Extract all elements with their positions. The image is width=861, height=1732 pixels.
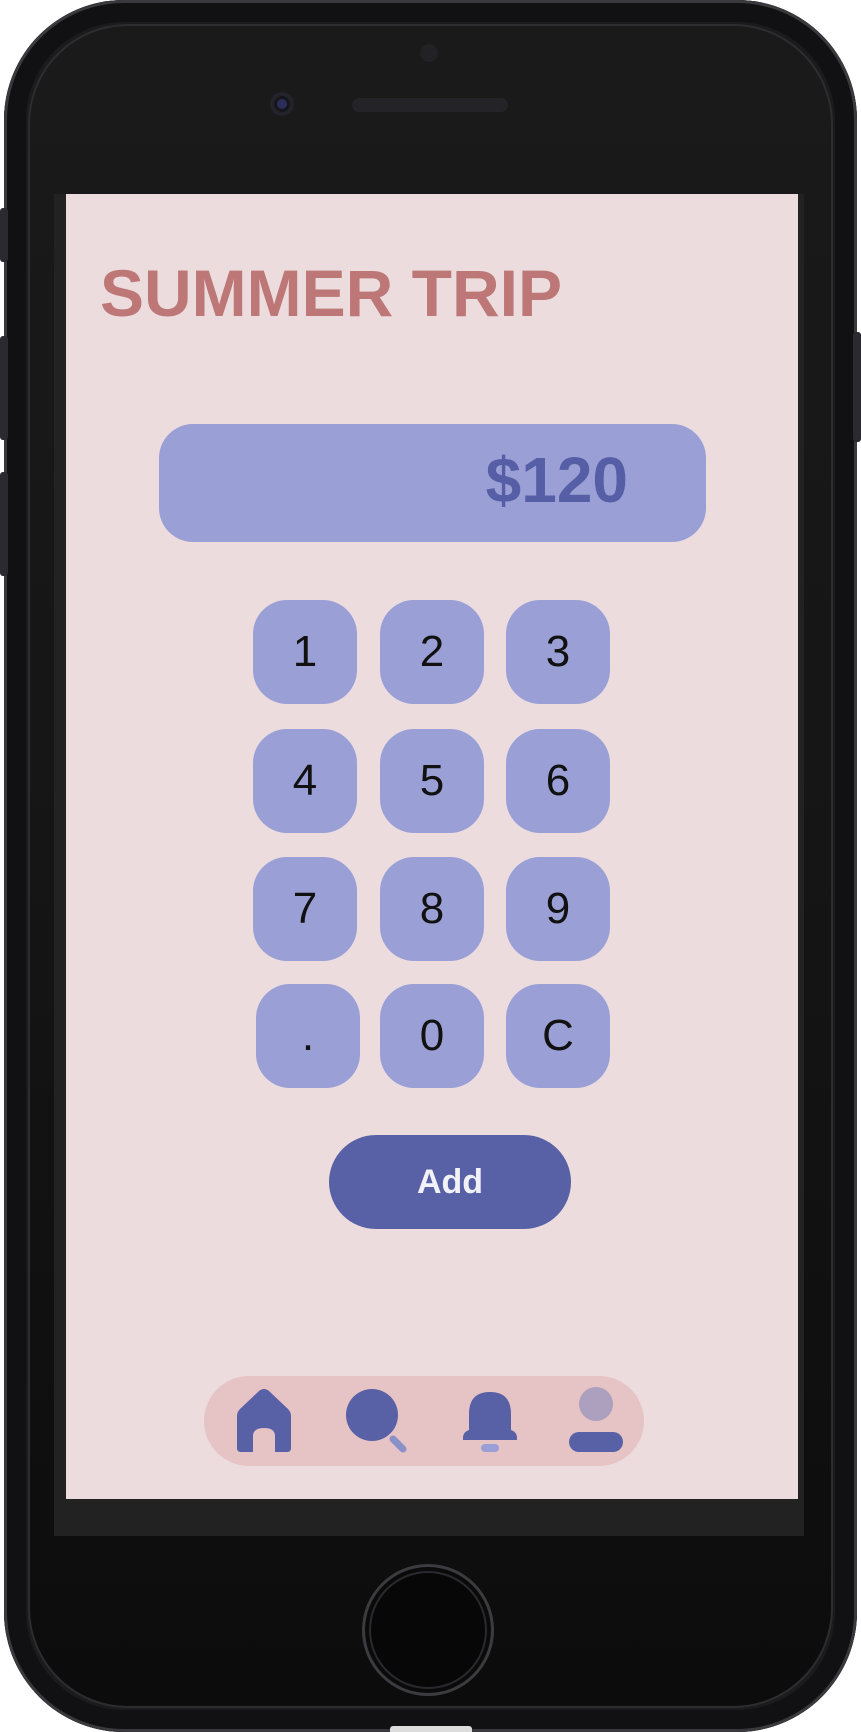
key-9[interactable]: 9 — [506, 857, 610, 961]
key-clear[interactable]: C — [506, 984, 610, 1088]
charging-port-indicator — [390, 1726, 472, 1732]
key-1[interactable]: 1 — [253, 600, 357, 704]
side-button-volume-down — [0, 472, 8, 576]
nav-notifications[interactable] — [450, 1384, 530, 1460]
key-decimal[interactable]: . — [256, 984, 360, 1088]
side-button-mute — [0, 208, 8, 262]
key-6[interactable]: 6 — [506, 729, 610, 833]
key-0[interactable]: 0 — [380, 984, 484, 1088]
key-5[interactable]: 5 — [380, 729, 484, 833]
home-button[interactable] — [362, 1564, 494, 1696]
amount-value: $120 — [485, 444, 628, 516]
profile-icon — [563, 1386, 629, 1459]
search-icon — [343, 1386, 409, 1459]
earpiece-speaker — [352, 98, 508, 112]
add-button[interactable]: Add — [329, 1135, 571, 1229]
nav-search[interactable] — [336, 1384, 416, 1460]
proximity-sensor — [420, 44, 438, 62]
side-button-volume-up — [0, 336, 8, 440]
key-2[interactable]: 2 — [380, 600, 484, 704]
key-4[interactable]: 4 — [253, 729, 357, 833]
side-button-power — [853, 332, 861, 442]
front-camera — [270, 92, 294, 116]
nav-home[interactable] — [224, 1384, 304, 1460]
key-8[interactable]: 8 — [380, 857, 484, 961]
bell-icon — [457, 1386, 523, 1459]
home-icon — [231, 1386, 297, 1459]
page-title: SUMMER TRIP — [100, 256, 562, 330]
key-7[interactable]: 7 — [253, 857, 357, 961]
amount-display: $120 — [159, 424, 706, 542]
app-screen: SUMMER TRIP $120 1 2 3 4 5 6 7 8 9 . 0 C… — [66, 194, 798, 1499]
key-3[interactable]: 3 — [506, 600, 610, 704]
bottom-nav — [204, 1376, 644, 1466]
nav-profile[interactable] — [556, 1384, 636, 1460]
